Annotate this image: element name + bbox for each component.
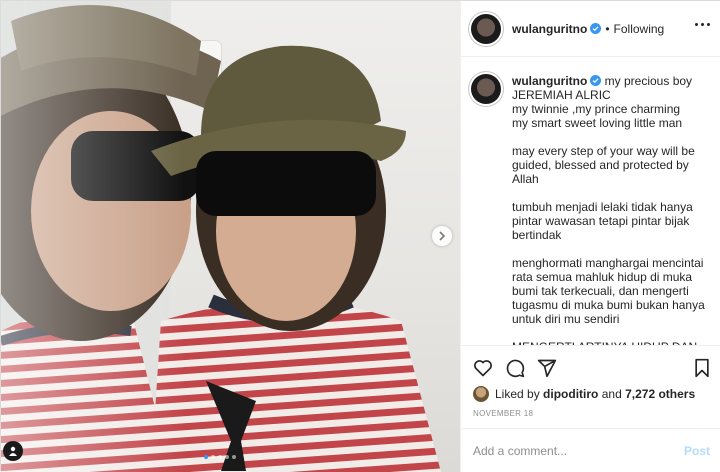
post-sidebar: wulanguritno • Following wulanguritno my… (460, 1, 720, 472)
caption-username[interactable]: wulanguritno (512, 74, 587, 88)
more-options-icon[interactable] (695, 23, 710, 26)
post-date[interactable]: NOVEMBER 18 (473, 409, 533, 418)
carousel-dot-active (204, 455, 208, 459)
post-photo[interactable] (1, 1, 460, 472)
share-icon[interactable] (537, 358, 557, 378)
verified-badge-icon (590, 23, 602, 34)
post-actions (461, 346, 720, 386)
post-caption: wulanguritno my precious boy JEREMIAH AL… (461, 58, 720, 345)
next-slide-button[interactable] (432, 226, 452, 246)
caption-avatar[interactable] (471, 74, 501, 104)
user-tag-icon (9, 446, 17, 456)
carousel-indicator (204, 455, 236, 459)
post-header: wulanguritno • Following (461, 1, 720, 57)
carousel-dot (211, 455, 215, 459)
comment-bar: Post (461, 428, 720, 472)
caption-text-block: wulanguritno my precious boy JEREMIAH AL… (512, 74, 708, 345)
photo-subject-illustration (1, 1, 460, 472)
carousel-dot (225, 455, 229, 459)
user-tag-button[interactable] (3, 441, 23, 461)
post-comment-button[interactable]: Post (684, 444, 710, 458)
avatar[interactable] (471, 13, 501, 44)
heart-icon[interactable] (473, 358, 493, 378)
likes-prefix: Liked by (495, 387, 540, 401)
likes-others[interactable]: 7,272 others (625, 387, 695, 401)
instagram-post-modal: wulanguritno • Following wulanguritno my… (0, 0, 720, 472)
caption-verified-badge-icon (590, 75, 602, 86)
liker-avatar[interactable] (473, 386, 489, 402)
header-username[interactable]: wulanguritno (512, 22, 587, 36)
header-separator: • (605, 21, 610, 36)
following-button[interactable]: Following (614, 22, 665, 36)
comment-icon[interactable] (505, 358, 525, 378)
caption-text: my precious boy JEREMIAH ALRIC my twinni… (512, 74, 705, 345)
bookmark-icon[interactable] (692, 358, 712, 378)
likes-summary: Liked by dipoditiro and 7,272 others (473, 386, 695, 402)
next-arrow-icon (439, 231, 446, 241)
caption-row: wulanguritno my precious boy JEREMIAH AL… (471, 74, 708, 345)
carousel-dot (218, 455, 222, 459)
likes-connector: and (601, 387, 622, 401)
liker-username[interactable]: dipoditiro (543, 387, 598, 401)
comment-input[interactable] (473, 443, 684, 458)
carousel-dot (232, 455, 236, 459)
